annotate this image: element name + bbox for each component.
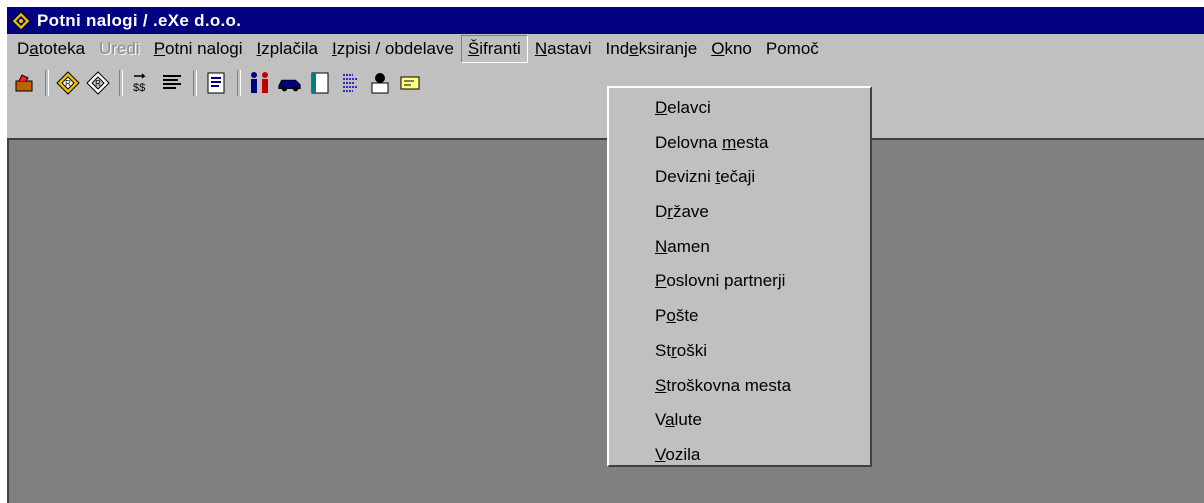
mnemonic-letter: S bbox=[655, 375, 667, 395]
svg-text:R: R bbox=[65, 79, 71, 88]
label-text: Ind bbox=[605, 39, 630, 58]
label-text: Delovna bbox=[655, 132, 723, 152]
label-text: oški bbox=[676, 340, 707, 360]
toolbar-separator bbox=[237, 70, 241, 96]
transfer-icon[interactable]: $$ bbox=[129, 69, 155, 97]
label-text: Pomoč bbox=[765, 39, 819, 58]
label-text: oslovni partnerji bbox=[666, 271, 786, 291]
label-text: zplačila bbox=[261, 39, 318, 58]
label-text: V bbox=[655, 410, 666, 430]
menu-izpisi-obdelave[interactable]: Izpisi / obdelave bbox=[325, 35, 461, 63]
travel-order-icon[interactable]: R bbox=[55, 69, 81, 97]
mnemonic-letter: P bbox=[153, 39, 166, 58]
menu-item-devizni-tečaji[interactable]: Devizni tečaji bbox=[609, 160, 870, 195]
mnemonic-letter: D bbox=[655, 98, 668, 117]
label-text: ečaji bbox=[720, 167, 756, 187]
menu-nastavi[interactable]: Nastavi bbox=[528, 35, 599, 63]
label-text: St bbox=[655, 340, 672, 360]
app-window: Potni nalogi / .eXe d.o.o. Datoteka Uredi… bbox=[7, 7, 1204, 503]
svg-text:$$: $$ bbox=[133, 82, 145, 94]
label-text: esta bbox=[736, 132, 769, 152]
menu-item-delavci[interactable]: Delavci bbox=[609, 91, 870, 126]
label-text: lute bbox=[674, 410, 702, 430]
list-icon[interactable] bbox=[159, 69, 185, 97]
label-text: ifranti bbox=[479, 39, 521, 58]
mnemonic-letter: Š bbox=[467, 39, 480, 58]
toolbar: R R $$ bbox=[7, 64, 1204, 102]
label-text: ozila bbox=[665, 444, 701, 464]
label-text: elavci bbox=[667, 98, 711, 117]
label-text: toteka bbox=[38, 39, 86, 58]
label-text: Uredi bbox=[99, 39, 140, 58]
mnemonic-letter: a bbox=[29, 39, 39, 58]
menu-item-poslovni-partnerji[interactable]: Poslovni partnerji bbox=[609, 264, 870, 299]
toolbar-separator bbox=[119, 70, 123, 96]
book-icon[interactable] bbox=[307, 69, 333, 97]
menu-item-stroški[interactable]: Stroški bbox=[609, 334, 870, 369]
user-card-icon[interactable] bbox=[367, 69, 393, 97]
label-text: kno bbox=[724, 39, 752, 58]
menu-item-namen[interactable]: Namen bbox=[609, 230, 870, 265]
menu-indeksiranje[interactable]: Indeksiranje bbox=[599, 35, 705, 63]
menu-item-vozila[interactable]: Vozila bbox=[609, 438, 870, 473]
label-text: žave bbox=[672, 202, 709, 222]
menu-bar: Datoteka Uredi Potni nalogi Izplačila Izpisi… bbox=[7, 34, 1204, 64]
mnemonic-letter: O bbox=[711, 39, 725, 58]
mnemonic-letter: m bbox=[722, 132, 737, 152]
title-bar[interactable]: Potni nalogi / .eXe d.o.o. bbox=[7, 7, 1204, 34]
label-text: P bbox=[655, 306, 667, 326]
mnemonic-letter: N bbox=[534, 39, 548, 58]
label-text: otni nalogi bbox=[165, 39, 243, 58]
card-icon[interactable] bbox=[397, 69, 423, 97]
app-logo-icon bbox=[11, 10, 31, 31]
menu-pomoč[interactable]: Pomoč bbox=[759, 35, 826, 63]
svg-text:R: R bbox=[95, 79, 101, 88]
travel-order-edit-icon[interactable]: R bbox=[85, 69, 111, 97]
label-text: D bbox=[655, 202, 668, 222]
document-icon[interactable] bbox=[203, 69, 229, 97]
mnemonic-letter: P bbox=[655, 271, 667, 291]
label-text: Devizni bbox=[655, 167, 716, 187]
label-text: šte bbox=[675, 306, 699, 326]
menu-šifranti[interactable]: Šifranti bbox=[460, 35, 528, 63]
label-text: zpisi / obdelave bbox=[336, 39, 454, 58]
menu-okno[interactable]: Okno bbox=[704, 35, 759, 63]
label-text: troškovna mesta bbox=[666, 375, 792, 395]
window-title: Potni nalogi / .eXe d.o.o. bbox=[37, 10, 242, 30]
label-text: ksiranje bbox=[638, 39, 698, 58]
menu-izplačila[interactable]: Izplačila bbox=[250, 35, 325, 63]
menu-item-valute[interactable]: Valute bbox=[609, 403, 870, 438]
label-text: amen bbox=[667, 236, 710, 256]
open-icon[interactable] bbox=[11, 69, 37, 97]
people-icon[interactable] bbox=[247, 69, 273, 97]
toolbar-separator bbox=[193, 70, 197, 96]
mdi-workspace bbox=[7, 138, 1204, 503]
mnemonic-letter: o bbox=[666, 306, 676, 326]
menu-item-stroškovna-mesta[interactable]: Stroškovna mesta bbox=[609, 369, 870, 404]
mnemonic-letter: a bbox=[665, 410, 675, 430]
mnemonic-letter: V bbox=[655, 444, 666, 464]
sifranti-dropdown-menu: Delavci Delovna mesta Devizni tečaji Države… bbox=[607, 86, 872, 467]
menu-potni-nalogi[interactable]: Potni nalogi bbox=[147, 35, 250, 63]
menu-item-države[interactable]: Države bbox=[609, 195, 870, 230]
menu-datoteka[interactable]: Datoteka bbox=[10, 35, 92, 63]
label-text: astavi bbox=[547, 39, 592, 58]
menu-item-delovna-mesta[interactable]: Delovna mesta bbox=[609, 126, 870, 161]
text-list-icon[interactable] bbox=[337, 69, 363, 97]
mnemonic-letter: N bbox=[655, 236, 668, 256]
car-icon[interactable] bbox=[277, 69, 303, 97]
mnemonic-letter: e bbox=[629, 39, 639, 58]
menu-item-pošte[interactable]: Pošte bbox=[609, 299, 870, 334]
label-text: D bbox=[17, 39, 30, 58]
menu-uredi: Uredi bbox=[92, 35, 147, 63]
toolbar-separator bbox=[45, 70, 49, 96]
